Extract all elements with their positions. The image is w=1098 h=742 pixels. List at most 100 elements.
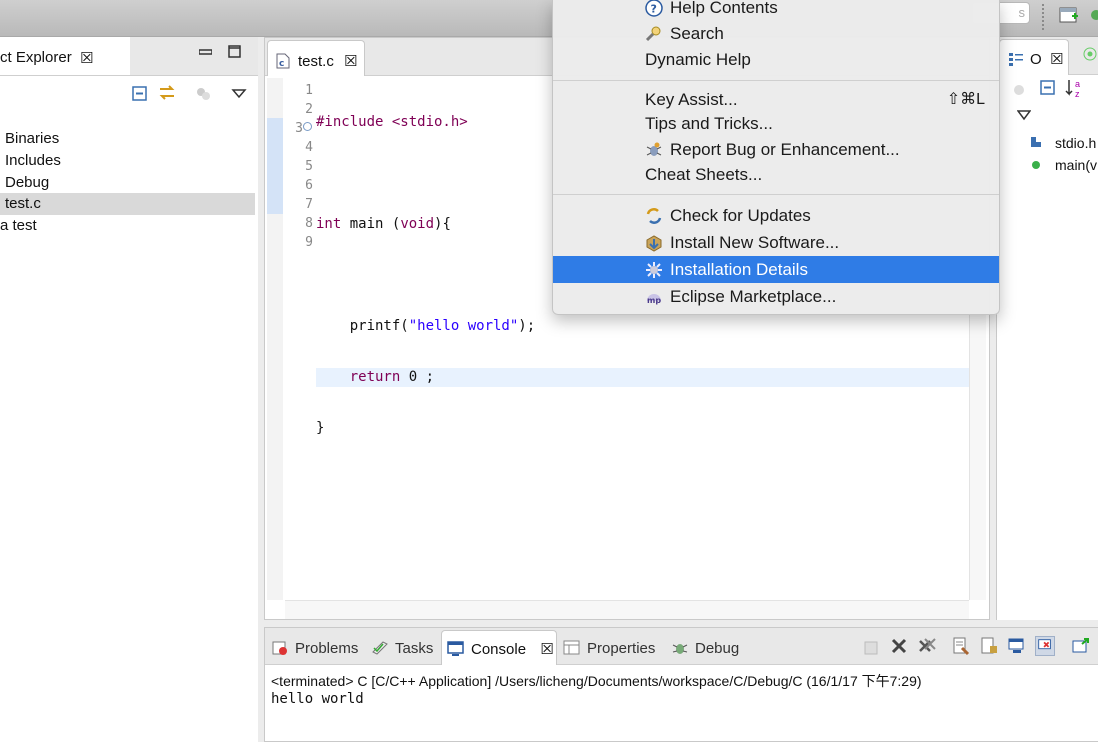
tab-debug[interactable]: Debug xyxy=(671,640,739,657)
console-close-icon[interactable]: ☒ xyxy=(540,641,553,658)
project-explorer-panel: ct Explorer ☒ Binaries Includes Debug te… xyxy=(0,37,258,742)
c-file-icon: c xyxy=(276,53,290,69)
tree-item-test[interactable]: a test xyxy=(0,215,255,237)
line-number: 8 xyxy=(305,216,313,231)
outline-panel: O ☒ az stdio.h main(v xyxy=(996,37,1098,620)
outline-icon xyxy=(1009,53,1023,66)
outline-collapse-icon[interactable] xyxy=(1039,79,1057,97)
fold-toggle-icon[interactable] xyxy=(303,122,312,131)
tree-item-binaries[interactable]: Binaries xyxy=(0,128,255,150)
line-number: 6 xyxy=(305,178,313,193)
remove-launch-icon[interactable] xyxy=(889,636,909,656)
menu-item-installation-details[interactable]: Installation Details xyxy=(553,256,999,283)
help-menu: ? Help Contents Search Dynamic Help Key … xyxy=(552,0,1000,315)
bug-report-icon xyxy=(646,142,662,156)
search-icon xyxy=(645,26,661,42)
svg-text:z: z xyxy=(1075,89,1080,99)
svg-text:mp: mp xyxy=(647,296,661,305)
outline-item-stdio[interactable]: stdio.h xyxy=(1055,135,1096,151)
update-icon xyxy=(646,208,662,224)
code-line-current: return 0 ; xyxy=(316,368,976,387)
install-icon xyxy=(646,235,662,252)
open-perspective-icon[interactable] xyxy=(1058,4,1080,26)
console-panel: Problems Tasks Console ☒ Properties Debu… xyxy=(264,627,1098,742)
sort-icon[interactable]: az xyxy=(1065,77,1087,99)
tree-item-debug[interactable]: Debug xyxy=(0,172,255,194)
outline-close-icon[interactable]: ☒ xyxy=(1050,50,1063,68)
tab-problems[interactable]: Problems xyxy=(271,640,358,657)
console-status-line: <terminated> C [C/C++ Application] /User… xyxy=(271,673,922,689)
word-wrap-icon[interactable] xyxy=(1007,636,1027,656)
editor-horizontal-scrollbar[interactable] xyxy=(285,600,969,619)
link-with-editor-icon[interactable] xyxy=(157,83,177,103)
ruler-highlight xyxy=(267,118,283,214)
tree-item-includes[interactable]: Includes xyxy=(0,150,255,172)
menu-separator xyxy=(553,80,999,81)
explorer-tab[interactable]: ct Explorer ☒ xyxy=(0,37,130,75)
svg-text:c: c xyxy=(279,59,284,69)
editor-tab-close-icon[interactable]: ☒ xyxy=(344,52,357,70)
outline-tab-label: O xyxy=(1030,51,1042,68)
remove-all-terminated-icon[interactable] xyxy=(917,636,937,656)
line-number: 2 xyxy=(305,102,313,117)
minimize-icon[interactable] xyxy=(199,45,212,58)
open-console-icon[interactable] xyxy=(1071,636,1091,656)
hide-fields-icon[interactable] xyxy=(1011,81,1029,99)
collapse-all-icon[interactable] xyxy=(130,84,150,104)
outline-item-main[interactable]: main(v xyxy=(1055,157,1097,173)
help-icon: ? xyxy=(645,0,663,17)
make-target-icon[interactable] xyxy=(1083,47,1097,61)
explorer-close-icon[interactable]: ☒ xyxy=(80,49,93,67)
clear-console-icon[interactable] xyxy=(951,636,971,656)
function-icon xyxy=(1032,161,1040,169)
svg-text:a: a xyxy=(1075,79,1080,89)
code-line: printf("hello world"); xyxy=(316,318,536,334)
menu-item-install-new-software[interactable]: Install New Software... xyxy=(553,229,999,256)
menu-item-cheat-sheets[interactable]: Cheat Sheets... xyxy=(553,161,999,188)
view-menu-icon[interactable] xyxy=(229,83,249,103)
filter-icon[interactable] xyxy=(193,84,213,104)
key-assist-shortcut: ⇧⌘L xyxy=(946,91,985,108)
line-numbers: 1 2 3 4 5 6 7 8 9 xyxy=(285,81,313,252)
chevron-down-icon[interactable] xyxy=(1017,109,1031,121)
editor-tab-test-c[interactable]: c test.c ☒ xyxy=(267,40,365,76)
code-line: } xyxy=(316,420,325,436)
installation-details-icon xyxy=(646,262,662,278)
tasks-icon xyxy=(372,641,388,655)
menu-item-help-contents[interactable]: ? Help Contents xyxy=(553,0,999,21)
svg-text:?: ? xyxy=(651,3,657,16)
pin-console-icon[interactable] xyxy=(1035,636,1055,656)
console-output[interactable]: hello world xyxy=(271,691,364,707)
line-number: 4 xyxy=(305,140,313,155)
properties-icon xyxy=(563,640,580,655)
maximize-icon[interactable] xyxy=(228,45,241,58)
menu-item-eclipse-marketplace[interactable]: mp Eclipse Marketplace... xyxy=(553,283,999,310)
line-number: 1 xyxy=(305,83,313,98)
menu-item-dynamic-help[interactable]: Dynamic Help xyxy=(553,46,999,73)
bug-icon xyxy=(672,644,688,654)
marketplace-icon: mp xyxy=(647,294,661,305)
c-perspective-icon[interactable] xyxy=(1088,4,1098,26)
tab-properties[interactable]: Properties xyxy=(563,640,655,657)
tab-console[interactable]: Console ☒ xyxy=(447,640,554,658)
scroll-lock-icon[interactable] xyxy=(979,636,999,656)
tree-item-test-c[interactable]: test.c xyxy=(0,193,255,215)
menu-item-check-updates[interactable]: Check for Updates xyxy=(553,202,999,229)
terminate-icon[interactable] xyxy=(861,638,881,658)
editor-tab-label: test.c xyxy=(298,53,334,70)
include-icon xyxy=(1031,137,1041,147)
menu-item-key-assist[interactable]: Key Assist... ⇧⌘L xyxy=(553,86,999,113)
tab-tasks[interactable]: Tasks xyxy=(371,640,433,657)
toolbar-separator xyxy=(1042,4,1045,30)
menu-item-report-bug[interactable]: Report Bug or Enhancement... xyxy=(553,136,999,163)
line-number: 5 xyxy=(305,159,313,174)
console-icon xyxy=(447,641,464,656)
menu-item-tips-and-tricks[interactable]: Tips and Tricks... xyxy=(553,110,999,137)
line-number: 9 xyxy=(305,235,313,250)
outline-tab[interactable]: O ☒ xyxy=(999,39,1069,75)
menu-separator xyxy=(553,194,999,195)
explorer-tab-label: ct Explorer xyxy=(0,49,72,66)
menu-item-search[interactable]: Search xyxy=(553,20,999,47)
